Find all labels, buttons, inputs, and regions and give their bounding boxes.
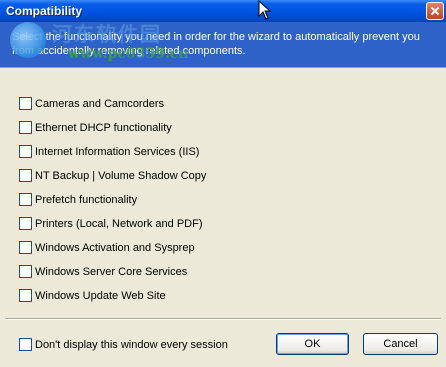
item-checkbox[interactable]: [19, 169, 32, 182]
item-label: Windows Update Web Site: [35, 290, 166, 302]
list-item[interactable]: Printers (Local, Network and PDF): [19, 216, 319, 232]
item-checkbox[interactable]: [19, 121, 32, 134]
cancel-button[interactable]: Cancel: [363, 333, 438, 355]
header-description: Select the functionality you need in ord…: [12, 31, 420, 57]
dont-display-checkbox-row[interactable]: Don't display this window every session: [19, 337, 259, 353]
list-item[interactable]: Cameras and Camcorders: [19, 96, 319, 112]
list-item[interactable]: NT Backup | Volume Shadow Copy: [19, 168, 319, 184]
compatibility-dialog: Compatibility Select the functionality y…: [0, 0, 446, 367]
list-item[interactable]: Windows Server Core Services: [19, 264, 319, 280]
footer-divider: [5, 318, 441, 320]
item-checkbox[interactable]: [19, 289, 32, 302]
dont-display-checkbox[interactable]: [19, 338, 32, 351]
item-checkbox[interactable]: [19, 241, 32, 254]
item-checkbox[interactable]: [19, 193, 32, 206]
item-checkbox[interactable]: [19, 265, 32, 278]
list-item[interactable]: Prefetch functionality: [19, 192, 319, 208]
header-band: Select the functionality you need in ord…: [0, 22, 446, 68]
list-item[interactable]: Internet Information Services (IIS): [19, 144, 319, 160]
ok-button[interactable]: OK: [276, 333, 349, 355]
list-item[interactable]: Windows Activation and Sysprep: [19, 240, 319, 256]
item-checkbox[interactable]: [19, 145, 32, 158]
item-label: Cameras and Camcorders: [35, 98, 164, 110]
item-label: NT Backup | Volume Shadow Copy: [35, 170, 207, 182]
list-item[interactable]: Windows Update Web Site: [19, 288, 319, 304]
mouse-cursor-icon: [258, 0, 272, 20]
item-checkbox[interactable]: [19, 97, 32, 110]
item-label: Printers (Local, Network and PDF): [35, 218, 203, 230]
list-item[interactable]: Ethernet DHCP functionality: [19, 120, 319, 136]
window-title: Compatibility: [6, 4, 83, 18]
title-bar[interactable]: Compatibility: [0, 0, 446, 22]
item-label: Windows Activation and Sysprep: [35, 242, 195, 254]
item-label: Ethernet DHCP functionality: [35, 122, 172, 134]
item-checkbox[interactable]: [19, 217, 32, 230]
item-label: Windows Server Core Services: [35, 266, 188, 278]
item-label: Prefetch functionality: [35, 194, 138, 206]
close-icon[interactable]: [426, 2, 444, 20]
dont-display-label: Don't display this window every session: [35, 339, 228, 351]
item-label: Internet Information Services (IIS): [35, 146, 200, 158]
